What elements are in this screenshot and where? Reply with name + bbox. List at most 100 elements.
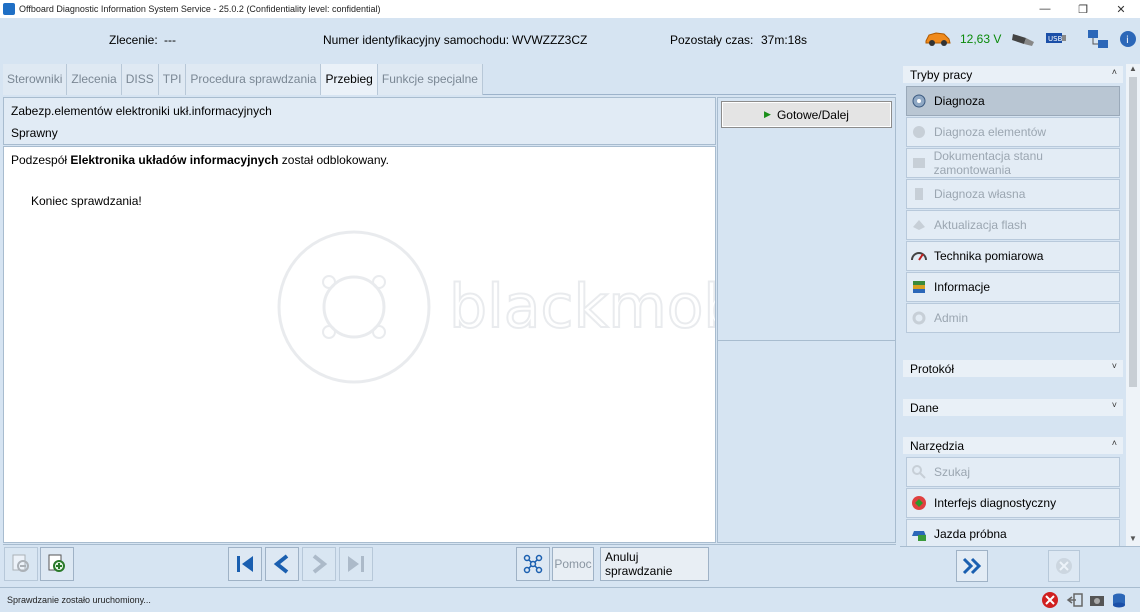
play-icon: ▶ [764,109,771,119]
last-step-button[interactable] [339,547,373,581]
chevron-left-icon [273,554,289,574]
tab-sterowniki[interactable]: Sterowniki [3,64,68,95]
protocol-section-title: Protokół [910,361,955,376]
network-graph-button[interactable] [516,547,550,581]
expand-icon: ˅ [1111,400,1117,410]
svg-text:i: i [1126,35,1129,46]
mode-admin[interactable]: Admin [906,303,1120,333]
collapse-icon: ˄ [1111,438,1117,448]
test-drive-icon [910,525,928,543]
mode-informacje-label: Informacje [934,280,991,294]
flash-update-icon [910,216,928,234]
vin-value: WVWZZZ3CZ [512,33,588,47]
previous-step-button[interactable] [265,547,299,581]
side-panel-scrollbar[interactable]: ▲ ▼ [1126,64,1140,546]
test-output-area: Podzespół Elektronika układów informacyj… [3,146,716,543]
books-icon [910,278,928,296]
tool-szukaj-label: Szukaj [934,465,971,479]
bottom-toolbar: Pomoc Anuluj sprawdzanie [3,544,896,584]
done-next-label: Gotowe/Dalej [776,107,849,122]
zoom-in-button[interactable] [40,547,74,581]
documentation-icon [910,154,928,172]
battery-voltage: 12,63 V [960,32,1002,46]
title-bar: Offboard Diagnostic Information System S… [0,0,1140,18]
vehicle-info-bar: Zlecenie: --- Numer identyfikacyjny samo… [0,18,1140,62]
modes-section-title: Tryby pracy [910,67,973,82]
mode-diagnoza[interactable]: Diagnoza [906,86,1120,116]
side-panel: Tryby pracy ˄ Diagnoza Diagnoza elementó… [900,64,1126,546]
gauge-icon [910,247,928,265]
collapse-icon: ˄ [1111,67,1117,77]
zoom-out-button[interactable] [4,547,38,581]
mode-aktualizacja-flash[interactable]: Aktualizacja flash [906,210,1120,240]
mode-diagnoza-elementow[interactable]: Diagnoza elementów [906,117,1120,147]
vci-plug-icon [1010,28,1036,51]
database-icon[interactable] [1110,591,1128,612]
mode-diagnoza-elementow-label: Diagnoza elementów [934,125,1047,139]
mode-technika-pomiarowa[interactable]: Technika pomiarowa [906,241,1120,271]
search-icon [910,463,928,481]
exit-red-icon[interactable] [1041,591,1059,612]
watermark-logo: blackmobile [274,227,716,390]
zoom-out-icon [12,554,29,572]
test-step-status: Sprawny [11,126,58,140]
data-section-header[interactable]: Dane ˅ [903,399,1123,416]
scroll-thumb[interactable] [1129,77,1137,387]
scroll-down-icon[interactable]: ▼ [1126,534,1140,546]
app-icon [3,3,15,15]
mode-admin-label: Admin [934,311,969,325]
forward-button[interactable] [956,550,988,582]
done-next-button[interactable]: ▶ Gotowe/Dalej [721,101,892,128]
tool-szukaj[interactable]: Szukaj [906,457,1120,487]
order-value: --- [164,33,176,47]
network-graph-icon [523,554,543,574]
tab-diss[interactable]: DISS [121,64,159,95]
tools-section-title: Narzędzia [910,438,965,453]
tab-funkcje-specjalne[interactable]: Funkcje specjalne [377,64,483,95]
tab-procedura-sprawdzania[interactable]: Procedura sprawdzania [186,64,322,95]
skip-to-first-icon [237,556,253,572]
component-diagnosis-icon [910,123,928,141]
result-message-suffix: został odblokowany. [278,153,389,167]
status-text: Sprawdzanie zostało uruchomiony... [7,595,151,605]
admin-gear-icon [910,309,928,327]
logout-icon[interactable] [1066,591,1084,612]
svg-text:USB: USB [1048,35,1063,43]
car-icon [924,28,952,51]
scroll-up-icon[interactable]: ▲ [1126,64,1140,76]
result-message: Podzespół Elektronika układów informacyj… [11,153,389,167]
info-icon[interactable]: i [1118,28,1138,53]
tab-przebieg[interactable]: Przebieg [321,64,378,95]
mode-diagnoza-wlasna[interactable]: Diagnoza własna [906,179,1120,209]
cancel-test-button[interactable]: Anuluj sprawdzanie [600,547,709,581]
tool-interfejs-diagnostyczny-label: Interfejs diagnostyczny [934,496,1057,510]
tool-interfejs-diagnostyczny[interactable]: Interfejs diagnostyczny [906,488,1120,518]
tool-jazda-probna[interactable]: Jazda próbna [906,519,1120,546]
watermark-text: blackmobile [449,272,716,342]
next-step-button[interactable] [302,547,336,581]
mode-informacje[interactable]: Informacje [906,272,1120,302]
usb-icon[interactable]: USB [1044,28,1068,51]
tab-zlecenia[interactable]: Zlecenia [67,64,122,95]
camera-icon[interactable] [1088,591,1106,612]
time-label: Pozostały czas: [670,33,754,47]
vin-label: Numer identyfikacyjny samochodu: [323,33,510,47]
status-bar: Sprawdzanie zostało uruchomiony... [0,587,1140,611]
modes-section-header[interactable]: Tryby pracy ˄ [903,66,1123,83]
test-step-title: Zabezp.elementów elektroniki ukł.informa… [11,104,272,118]
action-column: ▶ Gotowe/Dalej [717,97,896,543]
first-step-button[interactable] [228,547,262,581]
stethoscope-icon [910,92,928,110]
zoom-in-icon [48,554,65,572]
tools-section-header[interactable]: Narzędzia ˄ [903,437,1123,454]
stop-button[interactable] [1048,550,1080,582]
tab-tpi[interactable]: TPI [158,64,187,95]
minimize-icon[interactable]: — [1026,0,1064,18]
restore-icon[interactable]: ❐ [1064,0,1102,18]
protocol-section-header[interactable]: Protokół ˅ [903,360,1123,377]
order-label: Zlecenie: [109,33,158,47]
help-button[interactable]: Pomoc [552,547,594,581]
network-icon[interactable] [1086,28,1112,55]
close-icon[interactable]: ✕ [1102,0,1140,18]
mode-dokumentacja[interactable]: Dokumentacja stanu zamontowania [906,148,1120,178]
